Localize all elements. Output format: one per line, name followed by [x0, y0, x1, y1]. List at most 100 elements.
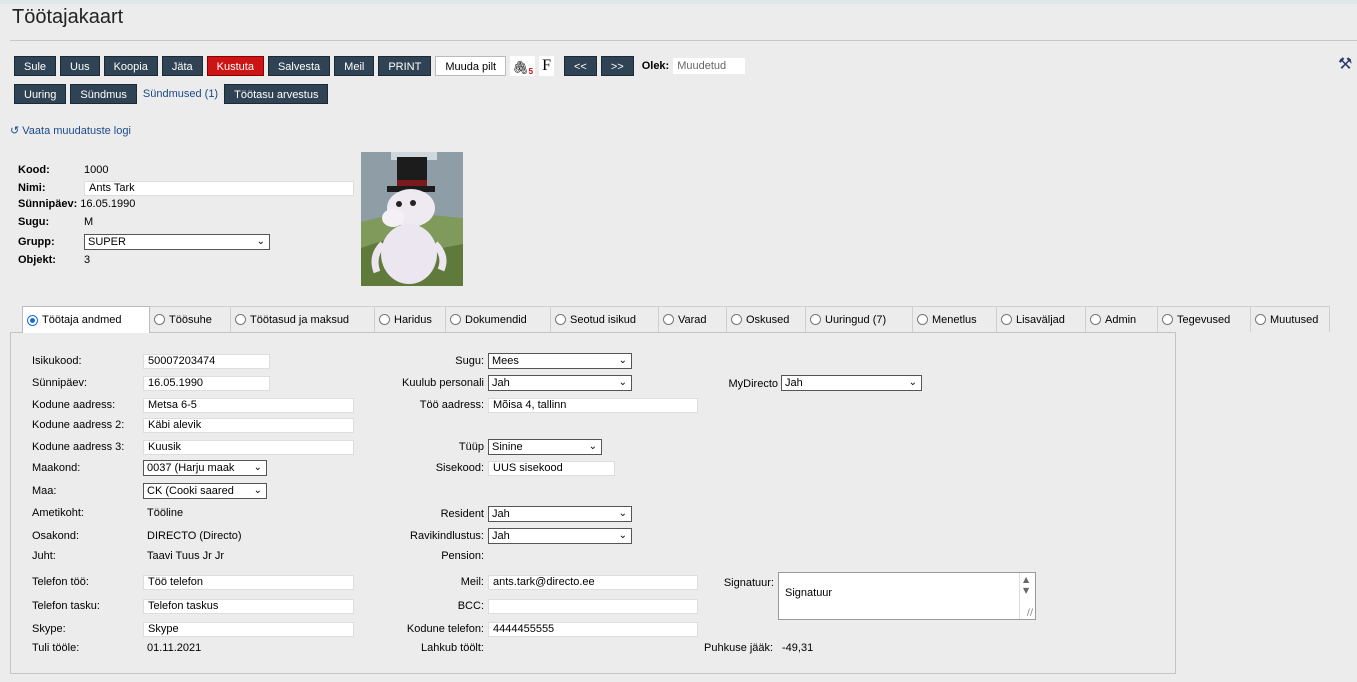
- copy-button[interactable]: Koopia: [103, 56, 158, 76]
- resize-grip-icon[interactable]: ∕∕: [1027, 608, 1033, 618]
- tab-label: Töötasud ja maksud: [250, 313, 350, 326]
- home-phone-label: Kodune telefon:: [406, 623, 484, 635]
- tab-label: Varad: [678, 313, 707, 326]
- event-button[interactable]: Sündmus: [70, 84, 137, 104]
- email-input[interactable]: ants.tark@directo.ee: [488, 575, 698, 590]
- keep-button[interactable]: Jäta: [161, 56, 203, 76]
- email-label: Meil:: [460, 576, 484, 588]
- position-label: Ametikoht:: [32, 507, 84, 519]
- chevron-down-icon: ⌄: [253, 461, 262, 475]
- leaving-date-label: Lahkub töölt:: [421, 642, 484, 654]
- group-select-value: SUPER: [88, 236, 126, 248]
- next-record-button[interactable]: >>: [600, 56, 634, 76]
- gender-label: Sugu:: [455, 355, 484, 367]
- wrench-icon[interactable]: ⚒: [1338, 54, 1352, 73]
- start-date-label: Tuli tööle:: [32, 642, 80, 654]
- tab-proceedings[interactable]: Menetlus: [912, 306, 997, 332]
- county-select[interactable]: 0037 (Harju maak ⌄: [143, 460, 267, 476]
- personal-code-input[interactable]: 50007203474: [143, 354, 270, 369]
- f-button[interactable]: F: [539, 56, 554, 76]
- country-select-value: CK (Cooki saared: [147, 485, 234, 497]
- change-log-link[interactable]: ↺ Vaata muudatuste logi: [10, 124, 131, 137]
- bcc-input[interactable]: [488, 599, 698, 614]
- tab-examinations[interactable]: Uuringud (7): [805, 306, 913, 332]
- radio-icon: [731, 314, 742, 325]
- new-button[interactable]: Uus: [60, 56, 100, 76]
- radio-icon: [27, 314, 38, 326]
- tab-label: Töötaja andmed: [42, 314, 122, 326]
- chevron-down-icon: ⌄: [256, 236, 265, 247]
- birthday-input[interactable]: 16.05.1990: [143, 376, 270, 391]
- tab-label: Menetlus: [932, 313, 977, 326]
- kood-value: 1000: [84, 164, 109, 176]
- delete-button[interactable]: Kustuta: [206, 56, 264, 76]
- signature-textarea[interactable]: Signatuur ▲ ▼ ∕∕: [778, 572, 1036, 620]
- examination-button[interactable]: Uuring: [14, 84, 67, 104]
- belongs-to-staff-label: Kuulub personali: [402, 377, 484, 389]
- tab-label: Haridus: [394, 313, 432, 326]
- home-address-input[interactable]: Metsa 6-5: [143, 398, 354, 413]
- close-button[interactable]: Sule: [14, 56, 57, 76]
- signature-text: Signatuur: [785, 587, 833, 599]
- internal-code-input[interactable]: UUS sisekood: [488, 461, 615, 476]
- radio-icon: [450, 314, 461, 325]
- type-select[interactable]: Sinine ⌄: [488, 439, 602, 455]
- tab-additional-fields[interactable]: Lisaväljad: [996, 306, 1086, 332]
- attachments-button[interactable]: 🖇 5: [510, 56, 536, 76]
- pension-label: Pension:: [441, 550, 484, 562]
- radio-icon: [154, 314, 165, 325]
- tab-salaries-taxes[interactable]: Töötasud ja maksud: [230, 306, 375, 332]
- vacation-balance-label: Puhkuse jääk:: [704, 642, 774, 654]
- tab-label: Oskused: [746, 313, 790, 326]
- health-insurance-select[interactable]: Jah ⌄: [488, 528, 632, 544]
- tab-assets[interactable]: Varad: [658, 306, 727, 332]
- belongs-to-staff-select[interactable]: Jah ⌄: [488, 375, 632, 391]
- print-button[interactable]: PRINT: [378, 56, 432, 76]
- events-link[interactable]: Sündmused (1): [141, 88, 220, 100]
- salary-calculation-button[interactable]: Töötasu arvestus: [224, 84, 329, 104]
- tab-label: Uuringud (7): [825, 313, 887, 326]
- save-button[interactable]: Salvesta: [267, 56, 331, 76]
- gender-select[interactable]: Mees ⌄: [488, 353, 632, 369]
- home-address-3-input[interactable]: Kuusik: [143, 440, 354, 455]
- scroll-up-icon[interactable]: ▲: [1023, 575, 1029, 584]
- home-address-3-label: Kodune aadress 3:: [32, 441, 125, 453]
- department-value: DIRECTO (Directo): [147, 530, 242, 542]
- toolbar-row-2: Uuring Sündmus Sündmused (1) Töötasu arv…: [14, 84, 329, 104]
- nimi-label: Nimi:: [18, 182, 46, 195]
- mydirecto-select-value: Jah: [785, 377, 803, 389]
- tab-label: Muutused: [1270, 313, 1319, 326]
- scroll-down-icon[interactable]: ▼: [1023, 586, 1029, 595]
- skype-input[interactable]: Skype: [143, 622, 354, 637]
- tab-changes[interactable]: Muutused: [1250, 306, 1330, 332]
- group-select[interactable]: SUPER ⌄: [84, 234, 270, 250]
- home-phone-input[interactable]: 4444455555: [488, 622, 698, 637]
- work-address-input[interactable]: Mõisa 4, tallinn: [488, 398, 698, 413]
- country-select[interactable]: CK (Cooki saared ⌄: [143, 483, 267, 499]
- birthday-label: Sünnipäev:: [32, 377, 88, 389]
- attachment-count: 5: [528, 67, 534, 76]
- tab-bar: Töötaja andmed Töösuhe Töötasud ja maksu…: [22, 306, 1357, 333]
- change-picture-button[interactable]: Muuda pilt: [435, 56, 507, 76]
- name-input[interactable]: Ants Tark: [84, 181, 354, 196]
- tab-education[interactable]: Haridus: [374, 306, 446, 332]
- tab-skills[interactable]: Oskused: [726, 306, 806, 332]
- previous-record-button[interactable]: <<: [563, 56, 597, 76]
- isikukood-label: Isikukood:: [32, 355, 82, 367]
- mobile-phone-input[interactable]: Telefon taskus: [143, 599, 354, 614]
- tab-employment[interactable]: Töösuhe: [149, 306, 231, 332]
- tab-documents[interactable]: Dokumendid: [445, 306, 551, 332]
- mail-button[interactable]: Meil: [334, 56, 375, 76]
- tab-employee-data[interactable]: Töötaja andmed: [22, 306, 150, 333]
- mydirecto-select[interactable]: Jah ⌄: [781, 375, 922, 391]
- tab-label: Töösuhe: [169, 313, 212, 326]
- tab-related-persons[interactable]: Seotud isikud: [550, 306, 659, 332]
- home-address-2-input[interactable]: Käbi alevik: [143, 418, 354, 433]
- sugu-label: Sugu:: [18, 216, 50, 228]
- tab-label: Admin: [1105, 313, 1137, 326]
- work-phone-input[interactable]: Töö telefon: [143, 575, 354, 590]
- tab-admin[interactable]: Admin: [1085, 306, 1158, 332]
- signature-label: Signatuur:: [723, 577, 774, 589]
- resident-select[interactable]: Jah ⌄: [488, 506, 632, 522]
- tab-activities[interactable]: Tegevused: [1157, 306, 1251, 332]
